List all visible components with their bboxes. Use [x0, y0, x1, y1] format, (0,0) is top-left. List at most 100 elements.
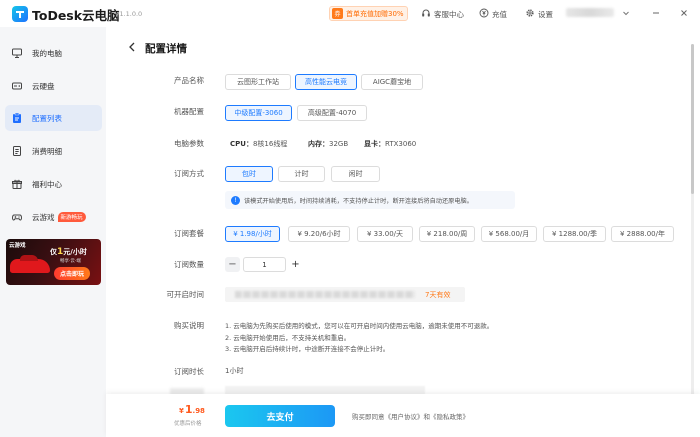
start-time-validity: 7天有效: [425, 291, 451, 299]
sidebar-item-label: 我的电脑: [32, 48, 62, 58]
package-option-month[interactable]: ¥ 568.00/月: [481, 226, 537, 242]
sidebar-item-label: 云硬盘: [32, 81, 55, 91]
back-arrow-icon[interactable]: [127, 41, 137, 53]
sub-mode-label: 订阅方式: [174, 169, 204, 178]
sidebar-item-my-computer[interactable]: 我的电脑: [5, 40, 102, 66]
sub-mode-idle[interactable]: 闲时: [331, 166, 380, 182]
minimize-icon[interactable]: [651, 8, 661, 18]
app-name: ToDesk云电脑: [32, 8, 120, 23]
agreement-text[interactable]: 购买即同意《用户协议》和《隐私政策》: [352, 411, 469, 421]
sidebar-item-welfare[interactable]: 福利中心: [5, 171, 102, 197]
sidebar-item-cloud-gaming[interactable]: 云游戏 新游畅玩: [5, 204, 102, 230]
tip-text: 该模式开始使用后，时间持续消耗，不支持停止计时，断开连接后将自动还原电脑。: [244, 197, 473, 205]
machine-option-3060[interactable]: 中级配置-3060: [225, 105, 292, 121]
user-account[interactable]: [566, 8, 614, 17]
price-subtitle: 优惠后价格: [174, 421, 202, 427]
settings-button[interactable]: 设置: [525, 8, 553, 20]
duration-value: 1小时: [225, 367, 244, 375]
qty-plus-button[interactable]: +: [288, 257, 303, 272]
package-option-day[interactable]: ¥ 33.00/天: [357, 226, 413, 242]
machine-label: 机器配置: [174, 107, 204, 116]
spec-value: 8核16线程: [252, 140, 288, 148]
promo-banner[interactable]: 券 首单充值加赠30%: [329, 6, 408, 21]
spec-memory: 内存：32GB: [308, 139, 348, 149]
purchase-note-1: 1. 云电脑为先购买后使用的模式，您可以在可开启时间内使用云电脑，逾期未使用不可…: [225, 322, 494, 330]
purchase-note-2: 2. 云电脑开始使用后，不支持关机和重启。: [225, 334, 351, 342]
new-games-badge: 新游畅玩: [57, 212, 86, 222]
product-label: 产品名称: [174, 76, 204, 85]
sidebar-item-label: 消费明细: [32, 146, 62, 156]
total-price: ¥1.98: [179, 403, 205, 416]
spec-cpu: CPU：8核16线程: [230, 139, 287, 149]
recharge-label: 充值: [492, 9, 507, 19]
recharge-button[interactable]: 充值: [479, 8, 507, 20]
ad-price-prefix: 仅: [50, 248, 57, 256]
qty-minus-button[interactable]: −: [225, 257, 240, 272]
spec-key: CPU：: [230, 140, 253, 148]
sub-mode-hourly-pack[interactable]: 包时: [225, 166, 273, 182]
gamepad-icon: [11, 211, 23, 223]
info-icon: !: [231, 195, 240, 205]
clipboard-icon: [11, 112, 23, 124]
package-option-quarter[interactable]: ¥ 1288.00/季: [543, 226, 606, 242]
sidebar-item-config-list[interactable]: 配置列表: [5, 105, 102, 131]
package-option-year[interactable]: ¥ 2888.00/年: [611, 226, 674, 242]
sub-mode-tip: ! 该模式开始使用后，时间持续消耗，不支持停止计时，断开连接后将自动还原电脑。: [225, 191, 515, 209]
spec-key: 内存：: [308, 140, 329, 148]
disk-icon: [11, 80, 23, 92]
sub-mode-metered[interactable]: 计时: [278, 166, 325, 182]
sidebar-item-cloud-disk[interactable]: 云硬盘: [5, 73, 102, 99]
sports-car-image: [10, 255, 50, 273]
start-time-value-redacted: [235, 291, 415, 298]
cloud-gaming-ad-banner[interactable]: 云游戏 仅1元/小时 畅享·云·端 点击即玩: [6, 239, 101, 285]
package-label: 订阅套餐: [174, 229, 204, 238]
package-option-6hours[interactable]: ¥ 9.20/6小时: [288, 226, 350, 242]
qty-label: 订阅数量: [174, 260, 204, 269]
gear-icon: [525, 8, 535, 20]
sidebar-item-label: 云游戏: [32, 212, 55, 222]
scrollbar-thumb[interactable]: [691, 44, 694, 194]
computer-icon: [11, 47, 23, 59]
scrollbar[interactable]: [691, 44, 694, 424]
qty-input[interactable]: 1: [243, 257, 286, 272]
product-option-workstation[interactable]: 云图形工作站: [225, 74, 291, 90]
app-logo-icon: [12, 6, 28, 22]
machine-option-4070[interactable]: 高级配置-4070: [297, 105, 367, 121]
title-bar: ToDesk云电脑 V1.1.0.0 券 首单充值加赠30% 客服中心 充值 设…: [0, 0, 700, 27]
headset-icon: [421, 8, 431, 20]
receipt-icon: [11, 145, 23, 157]
spec-value: 32GB: [329, 140, 349, 148]
pay-button[interactable]: 去支付: [225, 405, 335, 427]
start-time-label: 可开启时间: [166, 290, 205, 299]
ad-subline: 畅享·云·端: [60, 259, 81, 264]
sidebar-item-billing[interactable]: 消费明细: [5, 138, 102, 164]
yen-circle-icon: [479, 8, 489, 20]
price-symbol: ¥: [179, 407, 184, 415]
chevron-down-icon[interactable]: [621, 8, 631, 18]
params-label: 电脑参数: [174, 139, 204, 148]
purchase-label: 购买说明: [174, 321, 204, 330]
ad-headline: 仅1元/小时: [50, 247, 87, 257]
ad-play-button[interactable]: 点击即玩: [54, 267, 91, 280]
spec-gpu: 显卡：RTX3060: [364, 139, 416, 149]
product-option-aigc[interactable]: AIGC蘑宝地: [361, 74, 423, 90]
service-center-label: 客服中心: [434, 9, 464, 19]
page-title: 配置详情: [145, 43, 187, 55]
ad-brand: 云游戏: [9, 243, 26, 249]
settings-label: 设置: [538, 9, 553, 19]
package-option-hour[interactable]: ¥ 1.98/小时: [225, 226, 280, 242]
close-icon[interactable]: [679, 8, 689, 18]
sidebar-item-label: 福利中心: [32, 179, 62, 189]
service-center-button[interactable]: 客服中心: [421, 8, 464, 20]
app-version: V1.1.0.0: [115, 10, 143, 18]
spec-value: RTX3060: [385, 140, 417, 148]
duration-label: 订阅时长: [174, 367, 204, 376]
gift-icon: [11, 178, 23, 190]
coupon-icon: 券: [332, 8, 343, 19]
spec-key: 显卡：: [364, 140, 385, 148]
sidebar-item-label: 配置列表: [32, 113, 62, 123]
purchase-note-3: 3. 云电脑开启后持续计时，中途断开连接不会停止计时。: [225, 345, 390, 353]
product-option-esports[interactable]: 高性能云电竞: [295, 74, 357, 90]
price-integer: 1: [184, 403, 193, 416]
package-option-week[interactable]: ¥ 218.00/周: [419, 226, 475, 242]
